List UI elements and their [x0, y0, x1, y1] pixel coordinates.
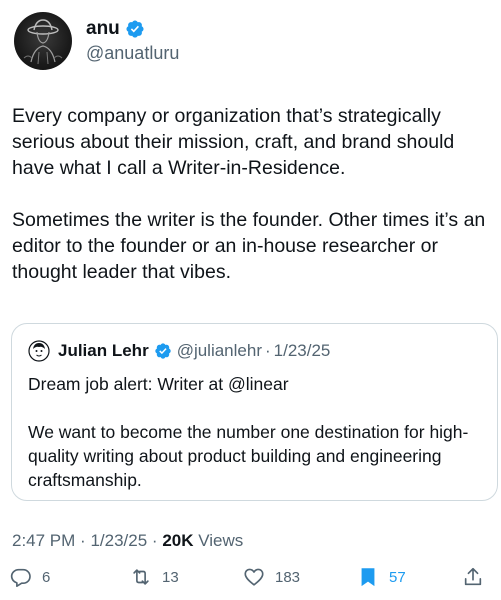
like-button[interactable]: 183	[243, 566, 300, 588]
separator-dot: ·	[265, 341, 271, 360]
separator-dot: ·	[151, 531, 158, 550]
quoted-tweet-card[interactable]: Julian Lehr @julianlehr · 1/23/25 Dream …	[11, 323, 498, 501]
quoted-author-avatar	[28, 340, 50, 362]
quoted-paragraph: Dream job alert: Writer at @linear	[28, 374, 289, 394]
quoted-tweet-date[interactable]: 1/23/25	[274, 341, 331, 361]
retweet-count: 13	[162, 568, 179, 586]
bookmark-count: 57	[389, 568, 406, 586]
tweet-paragraph: Every company or organization that’s str…	[12, 105, 455, 179]
quoted-tweet-header: Julian Lehr @julianlehr · 1/23/25	[28, 340, 481, 362]
tweet-text: Every company or organization that’s str…	[12, 103, 496, 285]
views-label: Views	[198, 531, 244, 550]
tweet-actions-bar: 6 13 183 57	[0, 566, 501, 596]
like-count: 183	[275, 568, 301, 586]
tweet: anu @anuatluru Every company or organiza…	[0, 0, 501, 600]
retweet-button[interactable]: 13	[130, 566, 179, 588]
tweet-paragraph: Sometimes the writer is the founder. Oth…	[12, 209, 486, 283]
verified-badge-icon	[125, 19, 145, 39]
reply-button[interactable]: 6	[10, 566, 50, 588]
share-button[interactable]	[462, 566, 484, 588]
tweet-header: anu @anuatluru	[14, 12, 179, 70]
views-count: 20K	[162, 531, 194, 550]
share-icon	[464, 567, 482, 586]
tweet-meta: 2:47 PM · 1/23/25 · 20K Views	[12, 531, 243, 551]
quoted-author-display-name[interactable]: Julian Lehr	[58, 341, 149, 361]
quoted-paragraph: We want to become the number one destina…	[28, 422, 469, 490]
verified-badge-icon	[154, 342, 172, 360]
avatar[interactable]	[14, 12, 72, 70]
quoted-author-handle[interactable]: @julianlehr	[177, 341, 262, 361]
reply-count: 6	[42, 568, 51, 586]
author-display-name[interactable]: anu	[86, 18, 120, 40]
author-handle[interactable]: @anuatluru	[86, 43, 179, 64]
like-icon	[244, 568, 264, 586]
retweet-icon	[133, 569, 149, 585]
quoted-tweet-text: Dream job alert: Writer at @linear We wa…	[28, 372, 481, 492]
bookmark-button[interactable]: 57	[357, 566, 406, 588]
avatar-image	[23, 19, 63, 65]
reply-icon	[10, 568, 31, 587]
bookmark-icon	[361, 568, 375, 587]
tweet-date[interactable]: 1/23/25	[90, 531, 147, 550]
separator-dot: ·	[80, 531, 86, 550]
tweet-time[interactable]: 2:47 PM	[12, 531, 75, 550]
